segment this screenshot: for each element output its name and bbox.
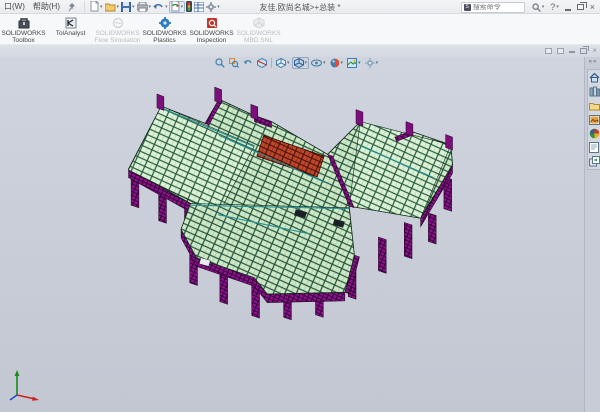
undo-button[interactable] [152, 1, 169, 13]
file-explorer-tab[interactable] [589, 100, 600, 111]
undo-icon [153, 2, 164, 12]
scene-icon [347, 58, 357, 68]
magnifier-icon [532, 3, 541, 12]
open-folder-icon [105, 2, 116, 12]
title-bar: 口(W) 帮助(H) 友佳.欧尚名城>+总装 * [0, 0, 600, 14]
display-style-button[interactable]: ▾ [292, 57, 310, 69]
solidworks-window: { "window": { "menu": { "items": [ { "la… [0, 0, 600, 412]
home-icon [589, 72, 600, 83]
eye-icon [311, 58, 322, 68]
minimize-icon [565, 9, 571, 11]
command-search[interactable]: S [461, 2, 525, 13]
traffic-light-icon [186, 1, 192, 12]
window-title: 友佳.欧尚名城>+总装 * [200, 2, 400, 13]
print-button[interactable] [136, 1, 153, 13]
section-view-button[interactable] [255, 57, 269, 69]
pin-menu-icon[interactable] [67, 2, 77, 12]
view-palette-tab[interactable] [589, 114, 600, 125]
search-scope-button[interactable] [529, 1, 548, 13]
menu-window[interactable]: 口(W) [0, 1, 29, 12]
rebuild-button[interactable] [169, 1, 186, 13]
appearance-ball-icon [330, 58, 340, 68]
traffic-light-button[interactable] [185, 1, 193, 13]
copy-arrow-icon [589, 156, 600, 167]
view-settings-icon [365, 58, 375, 68]
graphics-viewport[interactable]: ▾ ▾ ▾ ▾ ▾ ▾ « « [0, 57, 600, 412]
task-pane-strip: « « [584, 57, 600, 412]
zoom-to-area-button[interactable] [227, 57, 241, 69]
doc-pane-icon-2[interactable] [557, 48, 564, 54]
design-library-tab[interactable] [589, 86, 600, 97]
plastics-icon [159, 16, 171, 29]
assembly-model-3d[interactable] [0, 57, 600, 412]
view-settings-button[interactable]: ▾ [363, 57, 381, 69]
new-file-icon [90, 1, 99, 12]
new-file-button[interactable] [89, 1, 104, 13]
close-button[interactable]: × [587, 1, 598, 13]
command-manager-ribbon: SOLIDWORKS Toolbox TolAnalyst SOLIDWORKS… [0, 14, 600, 44]
ribbon-item-mbd-snl: SOLIDWORKS MBD SNL [235, 14, 282, 44]
edit-appearance-button[interactable]: ▾ [328, 57, 346, 69]
section-view-icon [257, 58, 267, 68]
previous-view-icon [243, 58, 253, 68]
search-input[interactable] [473, 4, 519, 11]
task-pane-collapse[interactable]: « « [585, 59, 600, 65]
folder-icon [589, 101, 600, 111]
zoom-to-fit-button[interactable] [213, 57, 227, 69]
rebuild-icon [171, 1, 180, 12]
books-icon [589, 86, 600, 97]
triad-z-axis [10, 395, 17, 400]
ribbon-item-solidworks-toolbox[interactable]: SOLIDWORKS Toolbox [0, 14, 47, 44]
heads-up-view-toolbar: ▾ ▾ ▾ ▾ ▾ ▾ [213, 56, 380, 70]
solidworks-search-logo-icon: S [464, 4, 471, 11]
doc-pane-icon-1[interactable] [545, 48, 552, 54]
restore-button[interactable] [574, 1, 587, 13]
task-pane-tabs [587, 69, 600, 170]
minimize-button[interactable] [562, 1, 574, 13]
doc-restore-icon[interactable] [580, 48, 587, 54]
previous-view-button[interactable] [241, 57, 255, 69]
tolanalyst-icon [65, 16, 77, 29]
close-icon: × [590, 2, 595, 12]
ribbon-item-tolanalyst[interactable]: TolAnalyst [47, 14, 94, 44]
view-orientation-icon [276, 58, 286, 68]
doc-minimize-icon[interactable] [569, 51, 575, 53]
view-orientation-button[interactable]: ▾ [274, 57, 292, 69]
document-window-controls: × [545, 47, 597, 54]
pack-and-go-tab[interactable] [589, 156, 600, 167]
menu-help[interactable]: 帮助(H) [29, 1, 64, 12]
save-icon [121, 2, 131, 12]
help-button[interactable]: ? [547, 1, 562, 13]
open-file-button[interactable] [104, 1, 121, 13]
picture-icon [589, 115, 600, 125]
coordinate-triad [6, 368, 44, 402]
color-wheel-icon [589, 128, 600, 139]
ribbon-item-plastics[interactable]: SOLIDWORKS Plastics [141, 14, 188, 44]
restore-icon [577, 4, 584, 10]
toolbox-icon [18, 16, 30, 29]
custom-properties-tab[interactable] [589, 142, 600, 153]
appearances-scenes-tab[interactable] [589, 128, 600, 139]
model-lower-panels [181, 203, 354, 293]
mbd-snl-icon [253, 16, 265, 29]
print-icon [137, 2, 148, 12]
solidworks-resources-tab[interactable] [589, 72, 600, 83]
flow-simulation-icon [112, 16, 124, 29]
inspection-icon [206, 16, 218, 29]
titlebar-right-controls: S ? × [461, 1, 598, 13]
apply-scene-button[interactable]: ▾ [345, 57, 363, 69]
doc-close-icon[interactable]: × [592, 47, 597, 54]
properties-doc-icon [589, 142, 599, 153]
save-button[interactable] [120, 1, 136, 13]
ribbon-item-inspection[interactable]: SOLIDWORKS Inspection [188, 14, 235, 44]
zoom-to-area-icon [229, 58, 239, 68]
display-style-icon [294, 58, 304, 68]
triad-x-axis [17, 395, 35, 399]
zoom-to-fit-icon [215, 58, 225, 68]
toolbar-separator [271, 58, 272, 68]
ribbon-item-flow-simulation: SOLIDWORKS Flow Simulation [94, 14, 141, 44]
hide-show-items-button[interactable]: ▾ [309, 57, 328, 69]
